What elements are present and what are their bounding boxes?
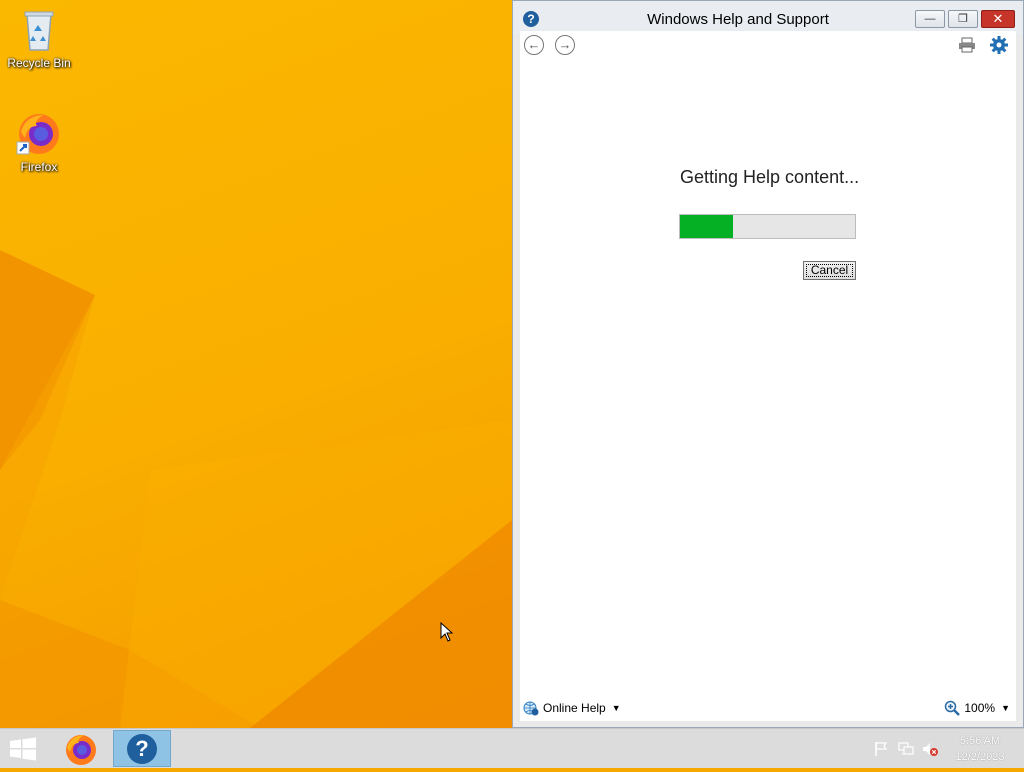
minimize-icon: — [924, 13, 936, 25]
flag-icon [875, 742, 888, 756]
close-icon: ✕ [992, 11, 1004, 26]
back-arrow-icon: ← [527, 37, 541, 52]
back-button[interactable]: ← [524, 35, 544, 55]
zoom-level: 100% [964, 701, 996, 715]
forward-button[interactable]: → [555, 35, 575, 55]
taskbar-firefox-button[interactable] [58, 731, 104, 767]
online-help-dropdown[interactable]: Online Help ▼ [523, 700, 621, 716]
clock-date: 12/2/2023 [955, 751, 1005, 763]
taskbar-clock[interactable]: 5:56 AM 12/2/2023 [948, 733, 1012, 765]
clock-time: 5:56 AM [959, 735, 1001, 747]
maximize-button[interactable]: ❐ [948, 10, 978, 28]
chevron-down-icon: ▼ [1001, 703, 1010, 713]
taskbar-help-button[interactable]: ? [113, 730, 171, 767]
desktop-icon-firefox[interactable]: Firefox [1, 110, 77, 174]
help-content-area: ← → Getting Help content... Cancel Onlin… [520, 31, 1016, 721]
network-button[interactable] [898, 741, 914, 757]
print-button[interactable] [958, 37, 976, 53]
desktop-icon-label: Firefox [20, 160, 58, 174]
firefox-icon [66, 735, 96, 765]
help-window: ? Windows Help and Support — ❐ ✕ ← → Get… [512, 0, 1024, 728]
network-icon [898, 742, 914, 755]
firefox-icon [15, 110, 63, 158]
status-bar: Online Help ▼ 100% ▼ [520, 697, 1016, 721]
cancel-button[interactable]: Cancel [803, 261, 856, 280]
maximize-icon: ❐ [958, 13, 968, 25]
gear-icon [990, 36, 1008, 54]
start-button[interactable] [8, 737, 38, 761]
help-icon: ? [127, 734, 157, 764]
title-bar[interactable]: ? Windows Help and Support — ❐ ✕ [513, 1, 1023, 34]
print-icon [959, 37, 975, 53]
progress-fill [680, 215, 733, 238]
zoom-icon [945, 700, 961, 716]
forward-arrow-icon: → [558, 37, 572, 52]
action-center-button[interactable] [873, 741, 889, 757]
minimize-button[interactable]: — [915, 10, 945, 28]
recycle-bin-icon [15, 6, 63, 54]
loading-progress-bar [679, 214, 856, 239]
desktop-icon-recycle-bin[interactable]: Recycle Bin [1, 6, 77, 70]
volume-muted-icon [923, 743, 938, 756]
volume-button[interactable] [922, 741, 938, 757]
online-help-label: Online Help [543, 701, 606, 715]
settings-button[interactable] [989, 35, 1009, 55]
zoom-dropdown[interactable]: 100% ▼ [944, 700, 1010, 716]
chevron-down-icon: ▼ [611, 703, 621, 713]
loading-message: Getting Help content... [680, 167, 860, 187]
close-button[interactable]: ✕ [981, 10, 1015, 28]
mouse-cursor-icon [440, 621, 454, 647]
globe-help-icon [523, 700, 539, 716]
windows-logo-icon [10, 737, 36, 761]
taskbar: ? 5:56 AM 12/2/2023 [0, 728, 1024, 768]
desktop-icon-label: Recycle Bin [7, 56, 71, 70]
